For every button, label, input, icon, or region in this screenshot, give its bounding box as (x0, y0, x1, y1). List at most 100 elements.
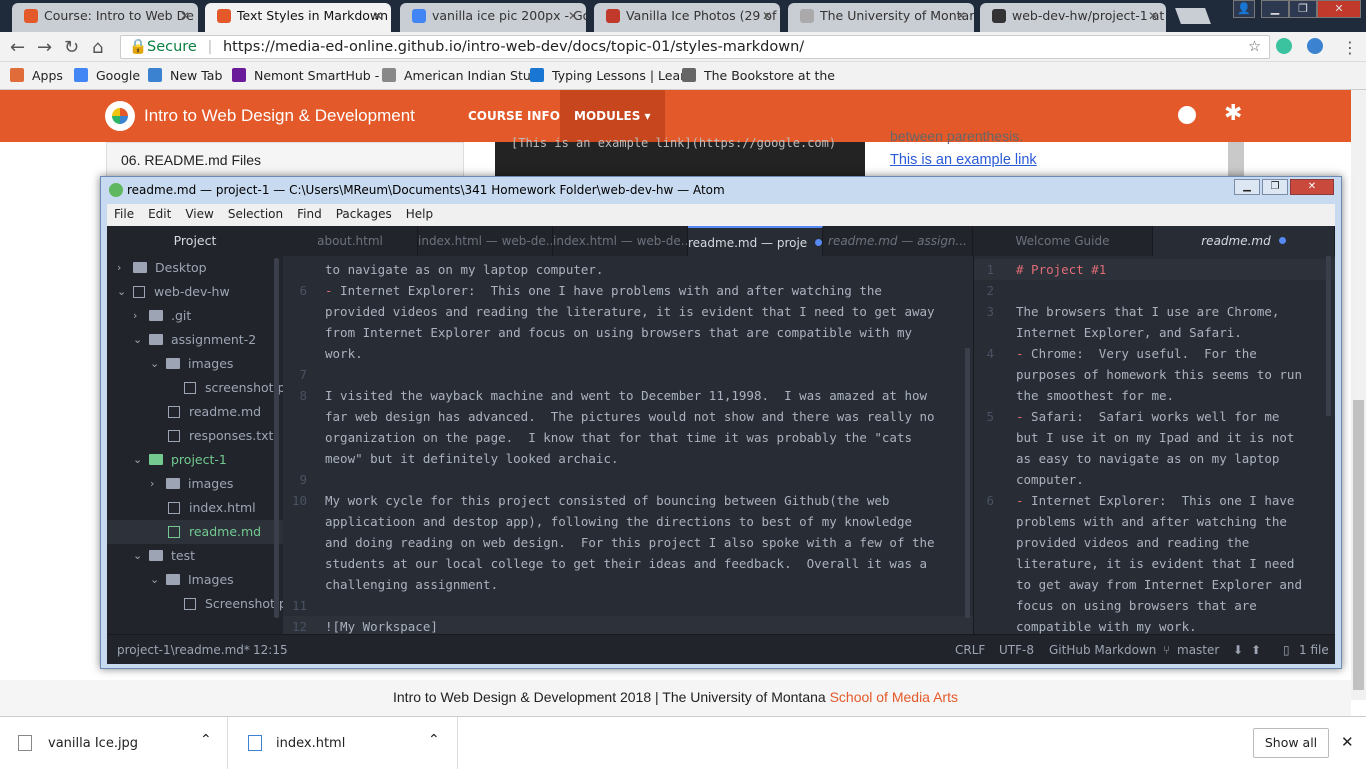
editor-pane-left[interactable]: to navigate as on my laptop computer. 6 - … (283, 256, 973, 634)
browser-tab[interactable]: web-dev-hw/project-1 at ✕ (980, 3, 1166, 32)
editor-tab[interactable]: index.html — web-de... (553, 226, 688, 256)
bookmark-item[interactable]: New Tab (148, 68, 222, 83)
footer-link[interactable]: School of Media Arts (830, 689, 958, 705)
editor-tab[interactable]: readme.md — proje (688, 226, 823, 256)
bookmark-item[interactable]: Nemont SmartHub - (232, 68, 379, 83)
browser-tab[interactable]: Vanilla Ice Photos (29 of ✕ (594, 3, 780, 32)
tree-item[interactable]: screenshot.pr (107, 376, 283, 400)
bookmark-item[interactable]: Google (74, 68, 140, 83)
close-tab-icon[interactable]: ✕ (762, 3, 772, 29)
close-tab-icon[interactable]: ✕ (180, 3, 190, 29)
code-scrollbar[interactable] (1228, 142, 1244, 178)
tree-item[interactable]: Screenshot.pr (107, 592, 283, 616)
restore-button[interactable]: ❐ (1289, 0, 1317, 18)
chevron-up-icon[interactable]: ⌃ (428, 732, 440, 748)
sync-icon[interactable] (1307, 38, 1323, 54)
download-item[interactable]: index.html ⌃ (230, 717, 458, 769)
chevron-down-icon[interactable]: ⌄ (150, 568, 159, 592)
editor-tab[interactable]: index.html — web-de... (418, 226, 553, 256)
forward-icon[interactable]: → (37, 37, 52, 58)
tree-item[interactable]: ⌄ web-dev-hw (107, 280, 283, 304)
browser-tab[interactable]: vanilla ice pic 200px - Go ✕ (400, 3, 586, 32)
chevron-down-icon[interactable]: ⌄ (117, 280, 126, 304)
editor-tab[interactable]: about.html (283, 226, 418, 256)
tree-item[interactable]: ⌄ Images (107, 568, 283, 592)
close-window-button[interactable]: ✕ (1317, 0, 1361, 18)
chevron-right-icon[interactable]: › (150, 472, 154, 496)
github-icon[interactable] (1178, 106, 1196, 124)
close-tab-icon[interactable]: ✕ (1148, 3, 1158, 29)
chevron-right-icon[interactable]: › (133, 304, 137, 328)
tree-item[interactable]: index.html (107, 496, 283, 520)
show-all-button[interactable]: Show all (1253, 728, 1329, 758)
tree-item[interactable]: ⌄ images (107, 352, 283, 376)
home-icon[interactable]: ⌂ (92, 37, 103, 58)
tree-item[interactable]: › Desktop (107, 256, 283, 280)
bookmark-item[interactable]: Typing Lessons | Lear (530, 68, 685, 83)
status-files[interactable]: 1 file (1299, 643, 1329, 657)
status-grammar[interactable]: GitHub Markdown (1049, 643, 1156, 657)
tree-item[interactable]: ⌄ test (107, 544, 283, 568)
editor-tab[interactable]: readme.md (1153, 226, 1335, 256)
status-cursor[interactable]: 12:15 (253, 643, 288, 657)
close-tab-icon[interactable]: ✕ (568, 3, 578, 29)
extension-icon[interactable] (1276, 38, 1292, 54)
browser-tab[interactable]: Text Styles in Markdown ✕ (205, 3, 391, 32)
chevron-down-icon[interactable]: ⌄ (133, 328, 142, 352)
tree-item[interactable]: readme.md (107, 400, 283, 424)
user-icon[interactable]: 👤 (1233, 0, 1255, 18)
minimize-button[interactable]: ▁ (1261, 0, 1289, 18)
tree-item[interactable]: › .git (107, 304, 283, 328)
nav-modules[interactable]: MODULES ▾ (560, 90, 665, 142)
nav-course-info[interactable]: COURSE INFO (454, 90, 574, 142)
editor-tab[interactable]: readme.md — assign... (823, 226, 973, 256)
back-icon[interactable]: ← (10, 37, 25, 58)
menu-edit[interactable]: Edit (141, 204, 178, 221)
chevron-down-icon[interactable]: ⌄ (150, 352, 159, 376)
example-link[interactable]: This is an example link (890, 152, 1037, 168)
browser-tab[interactable]: Course: Intro to Web De ✕ (12, 3, 198, 32)
status-encoding[interactable]: UTF-8 (999, 643, 1034, 657)
site-title[interactable]: Intro to Web Design & Development (144, 106, 415, 126)
chevron-down-icon[interactable]: ⌄ (133, 448, 142, 472)
tree-item[interactable]: responses.txt (107, 424, 283, 448)
chevron-right-icon[interactable]: › (117, 256, 121, 280)
project-panel-title[interactable]: Project (107, 226, 283, 256)
bookmark-item[interactable]: The Bookstore at the (682, 68, 835, 83)
push-up-icon[interactable]: ⬆ (1251, 643, 1261, 657)
sidebar-item-readme[interactable]: 06. README.md Files (107, 143, 463, 177)
tree-item[interactable]: ⌄ assignment-2 (107, 328, 283, 352)
star-icon[interactable]: ☆ (1248, 36, 1261, 58)
address-bar[interactable]: 🔒 Secure | https://media-ed-online.githu… (120, 35, 1270, 59)
editor-tab[interactable]: Welcome Guide (973, 226, 1153, 256)
status-branch[interactable]: master (1177, 643, 1219, 657)
right-scrollbar[interactable] (1326, 256, 1331, 416)
new-tab-button[interactable] (1175, 8, 1211, 24)
browser-tab[interactable]: The University of Montar ✕ (788, 3, 974, 32)
chevron-down-icon[interactable]: ⌄ (133, 544, 142, 568)
chevron-up-icon[interactable]: ⌃ (200, 732, 212, 748)
bookmark-item[interactable]: Apps (10, 68, 63, 83)
close-tab-icon[interactable]: ✕ (956, 3, 966, 29)
editor-pane-right[interactable]: 1 # Project #1 2 3 The browsers that I use a… (973, 256, 1335, 634)
download-item[interactable]: vanilla Ice.jpg ⌃ (0, 717, 228, 769)
menu-packages[interactable]: Packages (329, 204, 399, 221)
settings-icon[interactable]: ✱ (1224, 101, 1242, 126)
status-eol[interactable]: CRLF (955, 643, 985, 657)
bookmark-item[interactable]: American Indian Stuc (382, 68, 538, 83)
menu-file[interactable]: File (107, 204, 141, 221)
atom-minimize-button[interactable]: ▁ (1234, 179, 1260, 195)
reload-icon[interactable]: ↻ (64, 37, 79, 58)
menu-icon[interactable]: ⋮ (1342, 38, 1358, 57)
menu-help[interactable]: Help (399, 204, 440, 221)
fetch-down-icon[interactable]: ⬇ (1233, 643, 1243, 657)
menu-find[interactable]: Find (290, 204, 329, 221)
atom-close-button[interactable]: ✕ (1290, 179, 1334, 195)
tree-item[interactable]: ⌄ project-1 (107, 448, 283, 472)
close-tab-icon[interactable]: ✕ (373, 3, 383, 29)
tree-scrollbar[interactable] (274, 258, 279, 618)
tree-item[interactable]: › images (107, 472, 283, 496)
tree-item[interactable]: readme.md (107, 520, 283, 544)
atom-maximize-button[interactable]: ❐ (1262, 179, 1288, 195)
menu-selection[interactable]: Selection (221, 204, 290, 221)
